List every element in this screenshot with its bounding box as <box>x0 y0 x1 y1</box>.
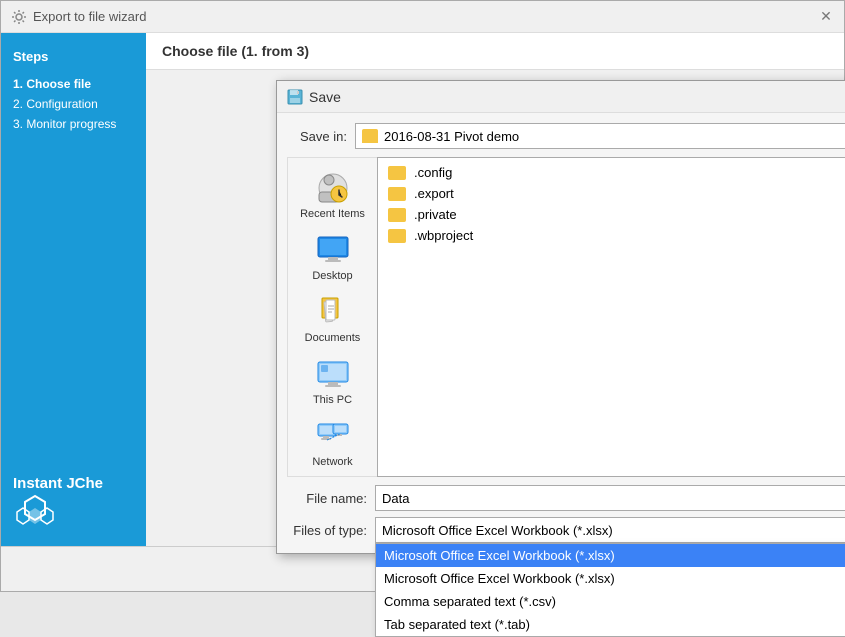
wizard-titlebar: Export to file wizard ✕ <box>1 1 844 33</box>
save-dialog-title: Save <box>309 89 341 105</box>
file-name-row: File name: Save <box>287 485 845 511</box>
files-of-type-value: Microsoft Office Excel Workbook (*.xlsx) <box>382 523 613 538</box>
step-3-label: Monitor progress <box>26 117 116 131</box>
this-pc-icon <box>315 356 351 392</box>
step-1-number: 1. <box>13 77 23 91</box>
save-icon <box>287 89 303 105</box>
wizard-close-button[interactable]: ✕ <box>818 9 834 25</box>
file-name-input[interactable] <box>375 485 845 511</box>
shortcut-network[interactable]: Network <box>293 414 373 472</box>
file-item-private[interactable]: .private <box>382 204 845 225</box>
folder-icon-export <box>388 187 406 201</box>
file-item-config[interactable]: .config <box>382 162 845 183</box>
step-item-2: 2. Configuration <box>13 94 134 114</box>
file-name-label: File name: <box>287 491 367 506</box>
wizard-title-text: Export to file wizard <box>33 9 146 24</box>
step-item-1: 1. Choose file <box>13 74 134 94</box>
folder-icon <box>362 129 378 143</box>
save-title-left: Save <box>287 89 341 105</box>
file-name-config: .config <box>414 165 452 180</box>
save-in-combo[interactable]: 2016-08-31 Pivot demo ▼ <box>355 123 845 149</box>
recent-items-icon <box>315 170 351 206</box>
network-icon <box>315 418 351 454</box>
brand-text: Instant JChe <box>13 475 103 492</box>
file-name-export: .export <box>414 186 454 201</box>
desktop-label: Desktop <box>312 270 352 282</box>
save-in-row: Save in: 2016-08-31 Pivot demo ▼ <box>287 123 845 149</box>
dropdown-item-xlsx[interactable]: Microsoft Office Excel Workbook (*.xlsx) <box>376 567 845 590</box>
save-titlebar: Save ✕ <box>277 81 845 113</box>
folder-icon-config <box>388 166 406 180</box>
files-of-type-combo[interactable]: Microsoft Office Excel Workbook (*.xlsx)… <box>375 517 845 543</box>
steps-panel: Steps 1. Choose file 2. Configuration 3.… <box>1 33 146 546</box>
save-in-value: 2016-08-31 Pivot demo <box>384 129 519 144</box>
documents-label: Documents <box>305 332 361 344</box>
save-bottom-section: File name: Save Files of type: Mic <box>287 485 845 543</box>
network-label: Network <box>312 456 352 468</box>
dropdown-item-tab[interactable]: Tab separated text (*.tab) <box>376 613 845 636</box>
recent-items-label: Recent Items <box>300 208 365 220</box>
shortcut-documents[interactable]: Documents <box>293 290 373 348</box>
wizard-body: Steps 1. Choose file 2. Configuration 3.… <box>1 33 844 546</box>
shortcut-recent-items[interactable]: Recent Items <box>293 166 373 224</box>
shortcuts-panel: Recent Items <box>287 157 377 477</box>
main-header: Choose file (1. from 3) <box>146 33 844 70</box>
dropdown-item-csv[interactable]: Comma separated text (*.csv) <box>376 590 845 613</box>
step-2-number: 2. <box>13 97 23 111</box>
folder-icon-wbproject <box>388 229 406 243</box>
steps-header: Steps <box>1 43 146 74</box>
file-type-dropdown: Microsoft Office Excel Workbook (*.xlsx)… <box>375 543 845 637</box>
file-list-area: .config .export .private <box>377 157 845 477</box>
save-dialog: Save ✕ Save in: 2016-08-31 Pivot demo <box>276 80 845 554</box>
shortcut-this-pc[interactable]: This PC <box>293 352 373 410</box>
files-of-type-label: Files of type: <box>287 523 367 538</box>
folder-icon-private <box>388 208 406 222</box>
this-pc-label: This PC <box>313 394 352 406</box>
documents-icon <box>315 294 351 330</box>
step-3-number: 3. <box>13 117 23 131</box>
step-2-label: Configuration <box>26 97 97 111</box>
files-of-type-row: Files of type: Microsoft Office Excel Wo… <box>287 517 845 543</box>
wizard-window: Export to file wizard ✕ Steps 1. Choose … <box>0 0 845 592</box>
shortcut-desktop[interactable]: Desktop <box>293 228 373 286</box>
file-item-export[interactable]: .export <box>382 183 845 204</box>
brand-icon <box>13 492 57 536</box>
step-item-3: 3. Monitor progress <box>13 114 134 134</box>
step-1-label: Choose file <box>26 77 91 91</box>
main-inner: Save ✕ Save in: 2016-08-31 Pivot demo <box>146 70 844 546</box>
file-name-private: .private <box>414 207 457 222</box>
save-in-label: Save in: <box>287 129 347 144</box>
desktop-icon <box>315 232 351 268</box>
dropdown-item-xlsx-selected[interactable]: Microsoft Office Excel Workbook (*.xlsx) <box>376 544 845 567</box>
wizard-title-left: Export to file wizard <box>11 9 146 25</box>
save-dialog-body: Save in: 2016-08-31 Pivot demo ▼ <box>277 113 845 553</box>
brand-area: Instant JChe <box>13 475 103 536</box>
save-middle-section: Recent Items <box>287 157 845 477</box>
steps-list: 1. Choose file 2. Configuration 3. Monit… <box>1 74 146 134</box>
main-content: Choose file (1. from 3) Sav <box>146 33 844 546</box>
file-item-wbproject[interactable]: .wbproject <box>382 225 845 246</box>
gear-icon <box>11 9 27 25</box>
file-name-wbproject: .wbproject <box>414 228 473 243</box>
